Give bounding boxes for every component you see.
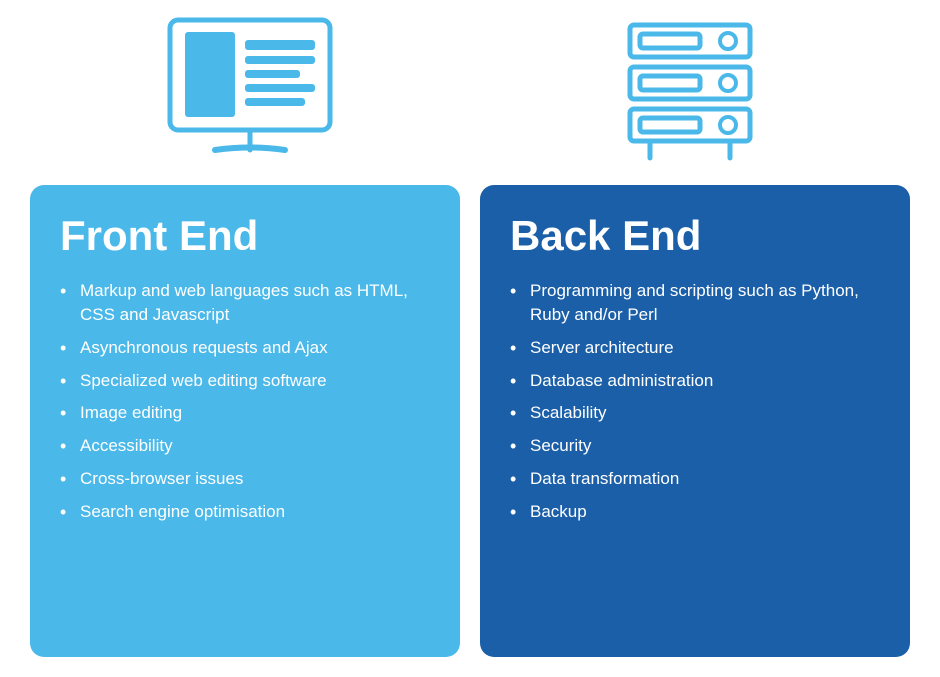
list-item: Programming and scripting such as Python… — [510, 279, 880, 327]
list-item: Asynchronous requests and Ajax — [60, 336, 430, 360]
server-icon — [480, 10, 900, 170]
list-item: Scalability — [510, 401, 880, 425]
front-end-title: Front End — [60, 213, 430, 259]
list-item: Cross-browser issues — [60, 467, 430, 491]
icons-row — [30, 10, 910, 170]
list-item: Markup and web languages such as HTML, C… — [60, 279, 430, 327]
list-item: Server architecture — [510, 336, 880, 360]
list-item: Backup — [510, 500, 880, 524]
cards-row: Front End Markup and web languages such … — [30, 185, 910, 657]
front-end-card: Front End Markup and web languages such … — [30, 185, 460, 657]
list-item: Security — [510, 434, 880, 458]
list-item: Database administration — [510, 369, 880, 393]
monitor-icon — [40, 10, 460, 170]
back-end-card: Back End Programming and scripting such … — [480, 185, 910, 657]
back-end-list: Programming and scripting such as Python… — [510, 279, 880, 523]
list-item: Specialized web editing software — [60, 369, 430, 393]
list-item: Accessibility — [60, 434, 430, 458]
page-container: Front End Markup and web languages such … — [0, 0, 940, 677]
list-item: Data transformation — [510, 467, 880, 491]
back-end-title: Back End — [510, 213, 880, 259]
front-end-list: Markup and web languages such as HTML, C… — [60, 279, 430, 523]
list-item: Search engine optimisation — [60, 500, 430, 524]
list-item: Image editing — [60, 401, 430, 425]
